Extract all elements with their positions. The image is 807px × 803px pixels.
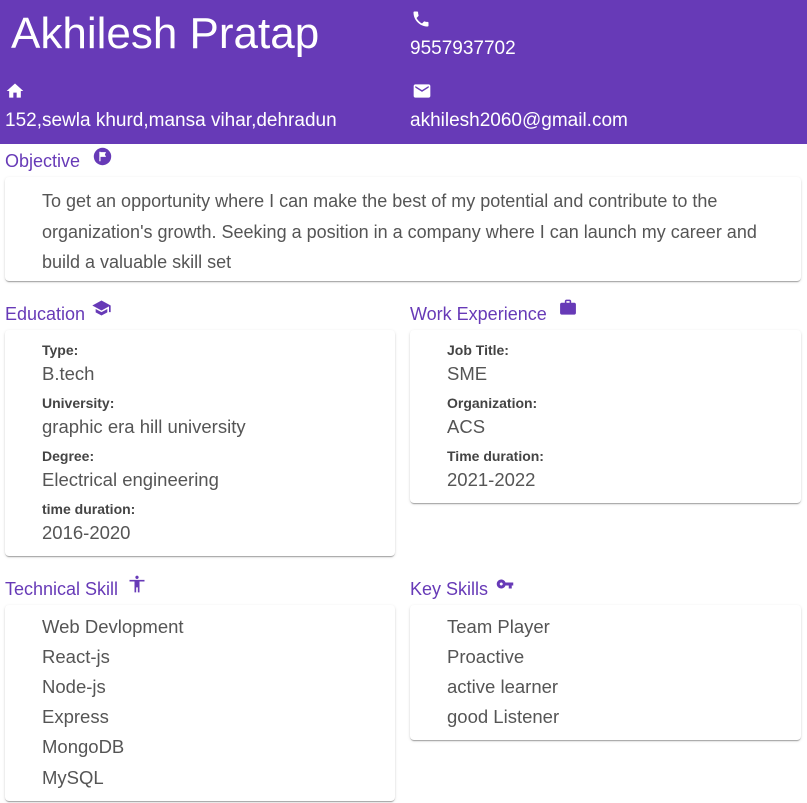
work-duration-value: 2021-2022 bbox=[447, 469, 536, 490]
key-skill-item: good Listener bbox=[447, 706, 560, 727]
education-title: Education bbox=[5, 304, 86, 324]
education-duration-value: 2016-2020 bbox=[42, 522, 131, 543]
education-degree-value: Electrical engineering bbox=[42, 469, 219, 490]
address: 152,sewla khurd,mansa vihar,dehradun bbox=[5, 110, 337, 131]
key-skills-title: Key Skills bbox=[410, 579, 489, 599]
phone-number: 9557937702 bbox=[410, 38, 516, 59]
education-university-value: graphic era hill university bbox=[42, 416, 246, 437]
education-card: Type: B.tech University: graphic era hil… bbox=[5, 330, 395, 556]
organization-label: Organization: bbox=[447, 395, 538, 411]
flag-icon bbox=[93, 147, 112, 166]
work-experience-card: Job Title: SME Organization: ACS Time du… bbox=[410, 330, 801, 503]
objective-text: To get an opportunity where I can make t… bbox=[42, 191, 757, 272]
technical-skill-card: Web Devlopment React-js Node-js Express … bbox=[5, 605, 395, 801]
resume-header: Akhilesh Pratap 9557937702 152,sewla khu… bbox=[0, 0, 807, 144]
work-experience-title: Work Experience bbox=[410, 304, 547, 324]
education-type-value: B.tech bbox=[42, 363, 95, 384]
objective-card: To get an opportunity where I can make t… bbox=[5, 177, 801, 281]
key-skill-item: Proactive bbox=[447, 646, 525, 667]
work-duration-label: Time duration: bbox=[447, 448, 544, 464]
accessibility-icon bbox=[129, 575, 145, 593]
technical-skill-title: Technical Skill bbox=[5, 579, 119, 599]
graduation-cap-icon bbox=[92, 300, 111, 316]
candidate-name: Akhilesh Pratap bbox=[11, 9, 320, 58]
technical-skill-item: Web Devlopment bbox=[42, 616, 184, 637]
education-university-label: University: bbox=[42, 395, 115, 411]
technical-skill-item: MongoDB bbox=[42, 736, 125, 757]
briefcase-icon bbox=[560, 299, 576, 315]
education-type-label: Type: bbox=[42, 342, 79, 358]
key-skills-card: Team Player Proactive active learner goo… bbox=[410, 605, 801, 740]
phone-icon bbox=[413, 11, 429, 27]
key-skill-item: Team Player bbox=[447, 616, 550, 637]
technical-skill-item: React-js bbox=[42, 646, 110, 667]
email-address: akhilesh2060@gmail.com bbox=[410, 110, 628, 131]
email-icon bbox=[413, 84, 431, 98]
key-icon bbox=[496, 579, 514, 589]
objective-title: Objective bbox=[5, 151, 81, 171]
job-title-label: Job Title: bbox=[447, 342, 509, 358]
education-degree-label: Degree: bbox=[42, 448, 95, 464]
home-icon bbox=[6, 83, 24, 98]
technical-skill-item: Node-js bbox=[42, 676, 106, 697]
technical-skill-item: Express bbox=[42, 706, 109, 727]
job-title-value: SME bbox=[447, 363, 488, 384]
key-skill-item: active learner bbox=[447, 676, 559, 697]
organization-value: ACS bbox=[447, 416, 486, 437]
technical-skill-item: MySQL bbox=[42, 767, 104, 788]
education-duration-label: time duration: bbox=[42, 501, 136, 517]
